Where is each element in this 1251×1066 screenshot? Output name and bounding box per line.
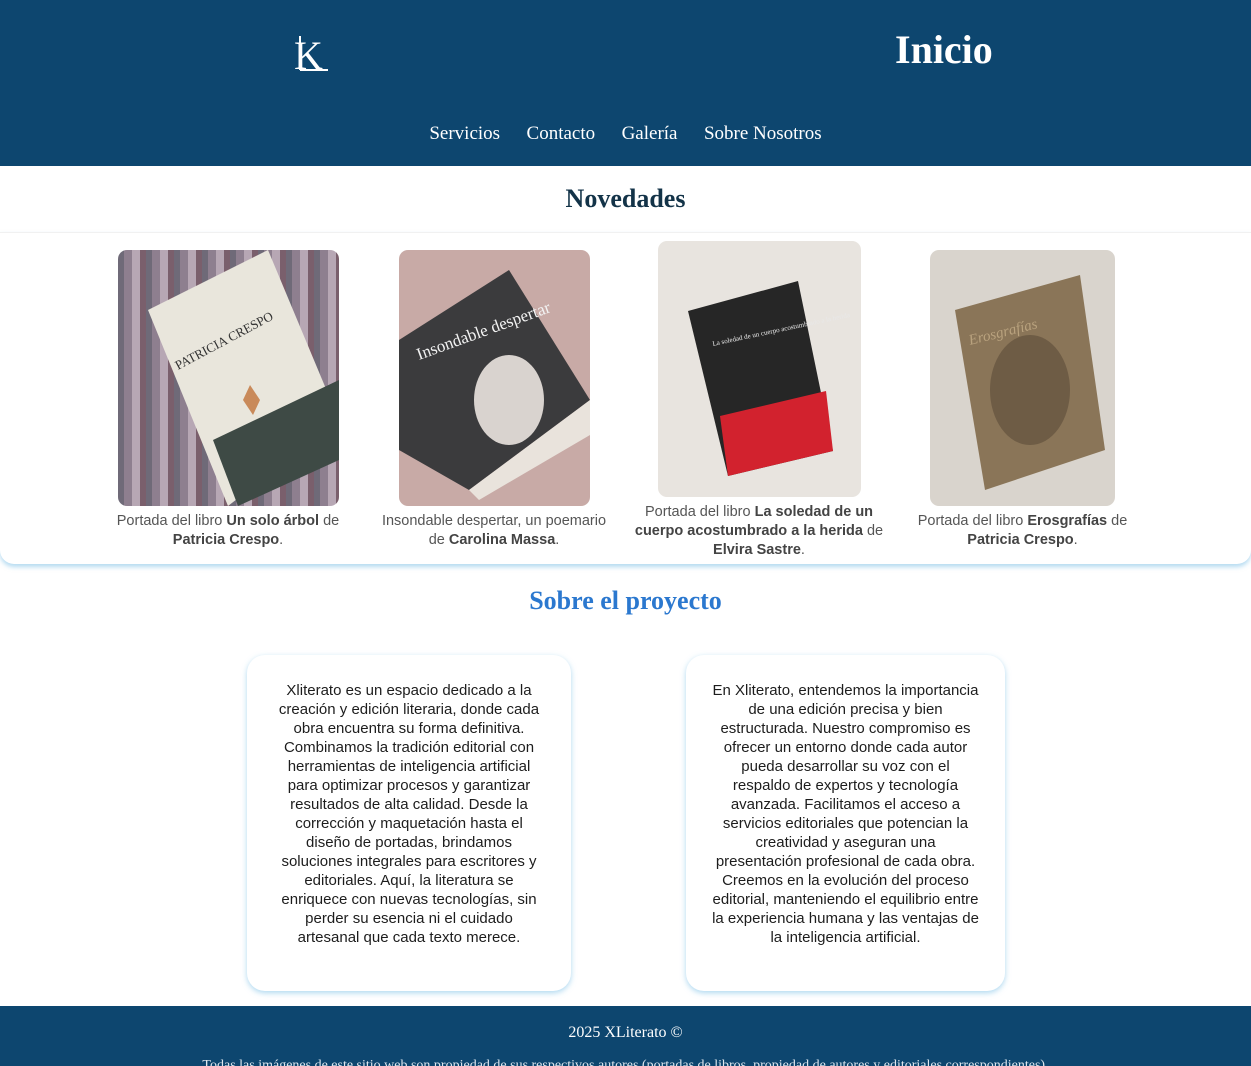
svg-text:K: K [294,33,323,74]
main-nav: Servicios Contacto Galería Sobre Nosotro… [0,122,1251,146]
book-cover-image[interactable]: Erosgrafías [930,250,1115,506]
book-card: Insondable despertar Insondable desperta… [373,250,615,550]
novedades-heading: Novedades [565,184,686,213]
book-cover-image[interactable]: PATRICIA CRESPO [117,250,339,506]
nav-link-galeria[interactable]: Galería [622,122,678,146]
nav-link-sobre-nosotros[interactable]: Sobre Nosotros [704,122,822,146]
xliterato-logo[interactable]: K [292,32,332,78]
book-caption: Portada del libro Erosgrafías de Patrici… [917,513,1128,548]
site-footer: 2025 XLiterato © Todas las imágenes de e… [0,1006,1251,1066]
nav-link-servicios[interactable]: Servicios [429,122,500,146]
book-card: La soledad de un cuerpo acostumbrado a l… [632,241,886,560]
copyright-text: 2025 XLiterato © [568,1024,683,1041]
about-paragraph: En Xliterato, entendemos la importancia … [712,682,979,946]
about-card: En Xliterato, entendemos la importancia … [686,655,1005,991]
book-cover-image[interactable]: Insondable despertar [398,250,590,506]
sobre-proyecto-heading: Sobre el proyecto [529,586,722,615]
book-caption: Insondable despertar, un poemario de Car… [381,513,607,548]
nav-link-contacto[interactable]: Contacto [527,122,596,146]
book-card: PATRICIA CRESPO Portada del libro Un sol… [108,250,348,550]
book-caption: Portada del libro La soledad de un cuerp… [634,504,884,558]
page-title: Inicio [895,27,993,72]
site-header: K Inicio Servicios Contacto Galería Sobr… [0,0,1251,166]
book-card: Erosgrafías Portada del libro Erosgrafía… [910,250,1135,550]
about-card: Xliterato es un espacio dedicado a la cr… [247,655,571,991]
about-paragraph: Xliterato es un espacio dedicado a la cr… [278,682,540,946]
novedades-gallery: PATRICIA CRESPO Portada del libro Un sol… [0,232,1251,564]
book-caption: Portada del libro Un solo árbol de Patri… [116,513,340,548]
book-cover-image[interactable]: La soledad de un cuerpo acostumbrado a l… [657,241,861,497]
footer-note: Todas las imágenes de este sitio web son… [202,1058,1049,1066]
